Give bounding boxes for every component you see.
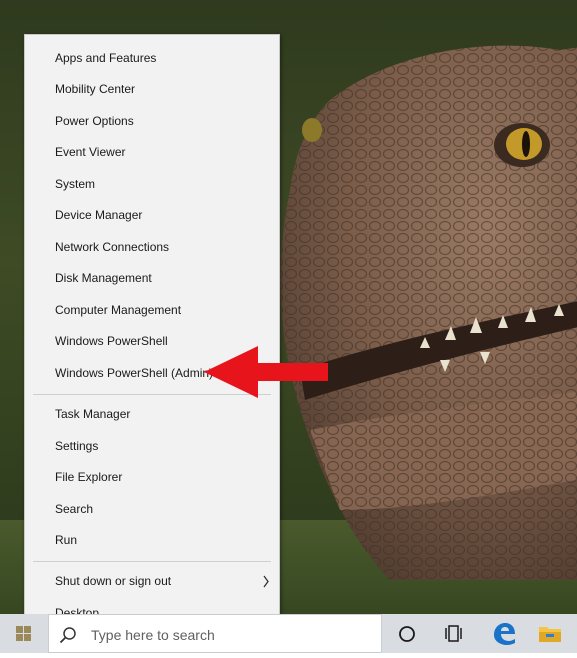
- crocodile-image: [280, 45, 577, 580]
- cortana-button[interactable]: [385, 614, 431, 653]
- menu-item-mobility-center[interactable]: Mobility Center: [25, 74, 279, 105]
- chevron-right-icon: [263, 575, 269, 588]
- task-view-icon: [445, 625, 462, 642]
- winx-context-menu: Apps and Features Mobility Center Power …: [24, 34, 280, 634]
- start-button[interactable]: [0, 614, 48, 653]
- menu-item-task-manager[interactable]: Task Manager: [25, 399, 279, 430]
- search-placeholder: Type here to search: [91, 627, 215, 643]
- menu-item-file-explorer[interactable]: File Explorer: [25, 462, 279, 493]
- menu-item-apps-and-features[interactable]: Apps and Features: [25, 43, 279, 74]
- file-explorer-icon: [539, 627, 561, 642]
- file-explorer-button[interactable]: [527, 614, 573, 653]
- search-icon: [59, 627, 76, 644]
- menu-item-disk-management[interactable]: Disk Management: [25, 263, 279, 294]
- edge-browser-button[interactable]: [481, 614, 527, 653]
- menu-item-network-connections[interactable]: Network Connections: [25, 232, 279, 263]
- menu-item-device-manager[interactable]: Device Manager: [25, 200, 279, 231]
- taskbar-search-box[interactable]: Type here to search: [48, 614, 382, 653]
- menu-separator: [33, 561, 271, 562]
- annotation-arrow: [204, 346, 328, 398]
- menu-item-settings[interactable]: Settings: [25, 431, 279, 462]
- windows-logo-icon: [16, 626, 31, 641]
- menu-item-power-options[interactable]: Power Options: [25, 106, 279, 137]
- menu-item-system[interactable]: System: [25, 169, 279, 200]
- menu-item-shut-down-or-sign-out[interactable]: Shut down or sign out: [25, 566, 279, 597]
- edge-icon: [494, 623, 515, 645]
- menu-item-event-viewer[interactable]: Event Viewer: [25, 137, 279, 168]
- menu-item-computer-management[interactable]: Computer Management: [25, 295, 279, 326]
- menu-item-run[interactable]: Run: [25, 525, 279, 556]
- cortana-circle-icon: [399, 626, 415, 642]
- menu-item-label: Shut down or sign out: [55, 574, 172, 588]
- taskbar: Type here to search: [0, 614, 577, 653]
- menu-item-search[interactable]: Search: [25, 494, 279, 525]
- task-view-button[interactable]: [432, 614, 478, 653]
